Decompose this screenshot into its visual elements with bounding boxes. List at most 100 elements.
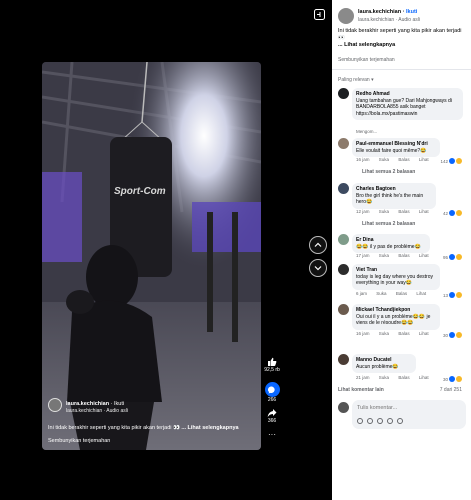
video-owner-meta: laura.kechichian · Ikuti laura.kechichia…: [66, 401, 128, 414]
view-more-comments-link[interactable]: Lihat komentar lain: [338, 387, 384, 393]
comment-time: 21 jam: [356, 375, 370, 380]
commenter-avatar[interactable]: [338, 304, 349, 315]
expand-icon[interactable]: [314, 9, 325, 20]
more-icon[interactable]: ···: [262, 431, 282, 439]
translate-link[interactable]: Lihat: [416, 291, 426, 296]
comment-input[interactable]: [357, 405, 457, 411]
reply-button[interactable]: Balas: [398, 375, 409, 380]
owner-avatar[interactable]: [48, 398, 62, 412]
reaction-count: 30: [442, 332, 448, 338]
video-caption: Ini tidak berakhir seperti yang kita pik…: [48, 425, 248, 432]
owner-name[interactable]: laura.kechichian: [358, 9, 401, 15]
comment-box[interactable]: [352, 400, 466, 429]
translate-link[interactable]: Lihat: [419, 331, 429, 336]
video-see-more-link[interactable]: ... Lihat selengkapnya: [181, 425, 238, 431]
reaction-summary[interactable]: 42: [443, 210, 462, 216]
commenter-avatar[interactable]: [338, 234, 349, 245]
sticker-icon[interactable]: [397, 418, 403, 424]
reply-button[interactable]: Balas: [396, 291, 407, 296]
comment-time: 6 jam: [356, 291, 368, 296]
comment-action[interactable]: 266: [262, 382, 282, 403]
video-hide-translation-link[interactable]: Sembunyikan terjemahan: [48, 438, 110, 444]
comment-actions: 21 jam Suka Balas Lihat: [356, 375, 437, 380]
reply-button[interactable]: Balas: [398, 209, 409, 214]
reel-viewer: Sport-Com laura.kechichian · Ikuti laura…: [0, 0, 471, 500]
commenter-avatar[interactable]: [338, 354, 349, 365]
sort-label: Paling relevan: [338, 77, 370, 83]
haha-reaction-icon: [456, 210, 462, 216]
haha-reaction-icon: [456, 254, 462, 260]
like-comment-button[interactable]: Suka: [379, 253, 389, 258]
reaction-summary[interactable]: 13: [443, 292, 462, 298]
translate-link[interactable]: Lihat: [419, 209, 429, 214]
comment-count: 266: [267, 397, 277, 403]
reply-button[interactable]: Balas: [398, 331, 409, 336]
like-reaction-icon: [449, 292, 455, 298]
composer-tools: [357, 418, 403, 424]
translate-link[interactable]: Lihat: [419, 375, 429, 380]
like-comment-button[interactable]: Suka: [379, 375, 389, 380]
like-comment-button[interactable]: Suka: [379, 209, 389, 214]
reaction-summary[interactable]: 142: [440, 158, 462, 164]
follow-link[interactable]: Ikuti: [406, 9, 417, 15]
emoji-icon[interactable]: [367, 418, 373, 424]
comment-text: Oui oui il y a un problème😂😂 je viens de…: [356, 313, 431, 327]
separator-dot: ·: [110, 401, 113, 407]
video-audio-label[interactable]: laura.kechichian · Audio asli: [66, 408, 128, 414]
translate-link[interactable]: Lihat: [419, 253, 429, 258]
like-reaction-icon: [449, 158, 455, 164]
like-reaction-icon: [449, 254, 455, 260]
comment-count-label: 7 dari 251: [439, 387, 462, 393]
like-count: 92,5 rb: [264, 367, 280, 373]
video-frame: Sport-Com: [42, 62, 261, 450]
owner-avatar[interactable]: [338, 8, 354, 24]
view-replies-link[interactable]: Lihat semua 2 balasan: [362, 169, 415, 175]
comment-text: today is leg day where you destroy every…: [356, 273, 433, 287]
camera-icon[interactable]: [377, 418, 383, 424]
reaction-summary[interactable]: 95: [443, 254, 462, 260]
like-comment-button[interactable]: Suka: [379, 157, 389, 162]
view-replies-link[interactable]: Lihat semua 2 balasan: [362, 221, 415, 227]
reaction-summary[interactable]: 30: [443, 376, 462, 382]
sort-dropdown[interactable]: Paling relevan ▾: [338, 77, 374, 83]
reaction-count: 42: [442, 210, 448, 216]
comment-time: 12 jam: [356, 209, 370, 214]
hide-translation-link[interactable]: Sembunyikan terjemahan: [338, 57, 395, 63]
video-player[interactable]: Sport-Com laura.kechichian · Ikuti laura…: [42, 62, 261, 450]
chevron-up-icon: [314, 242, 322, 247]
commenter-avatar[interactable]: [338, 138, 349, 149]
reaction-summary[interactable]: 30: [443, 332, 462, 338]
comment-icon: [264, 382, 280, 397]
commenter-avatar[interactable]: [338, 183, 349, 194]
reply-button[interactable]: Balas: [398, 253, 409, 258]
see-more-link[interactable]: ... Lihat selengkapnya: [338, 42, 395, 48]
video-follow-link[interactable]: Ikuti: [114, 401, 124, 407]
like-action[interactable]: 92,5 rb: [262, 357, 282, 373]
comment-text: 😂😂 il y pas de problème😂: [356, 243, 421, 250]
commenter-avatar[interactable]: [338, 88, 349, 99]
divider: [332, 69, 471, 70]
comment-text: Aucun problème😂: [356, 363, 399, 370]
like-comment-button[interactable]: Suka: [376, 291, 386, 296]
video-owner-name[interactable]: laura.kechichian: [66, 401, 109, 407]
commenter-avatar[interactable]: [338, 264, 349, 275]
comment-bubble: Viet Tran today is leg day where you des…: [352, 264, 440, 290]
comment-time: 16 jam: [356, 157, 370, 162]
svg-text:Sport-Com: Sport-Com: [114, 186, 166, 197]
current-user-avatar: [338, 402, 349, 413]
comment-text: Elle voulait faire quoi même?😂: [356, 147, 427, 154]
chevron-down-icon: ▾: [371, 77, 374, 83]
comment-actions: 16 jam Suka Balas Lihat: [356, 157, 437, 162]
comments-panel: laura.kechichian · Ikuti laura.kechichia…: [332, 0, 471, 500]
like-comment-button[interactable]: Suka: [379, 331, 389, 336]
previous-video-button[interactable]: [309, 236, 327, 254]
next-video-button[interactable]: [309, 259, 327, 277]
avatar-sticker-icon[interactable]: [357, 418, 363, 424]
reply-button[interactable]: Balas: [398, 157, 409, 162]
audio-label[interactable]: laura.kechichian · Audio asli: [358, 17, 420, 23]
share-icon: [267, 409, 277, 417]
like-reaction-icon: [449, 332, 455, 338]
gif-icon[interactable]: [387, 418, 393, 424]
share-action[interactable]: 366: [262, 408, 282, 424]
translate-link[interactable]: Lihat: [419, 157, 429, 162]
